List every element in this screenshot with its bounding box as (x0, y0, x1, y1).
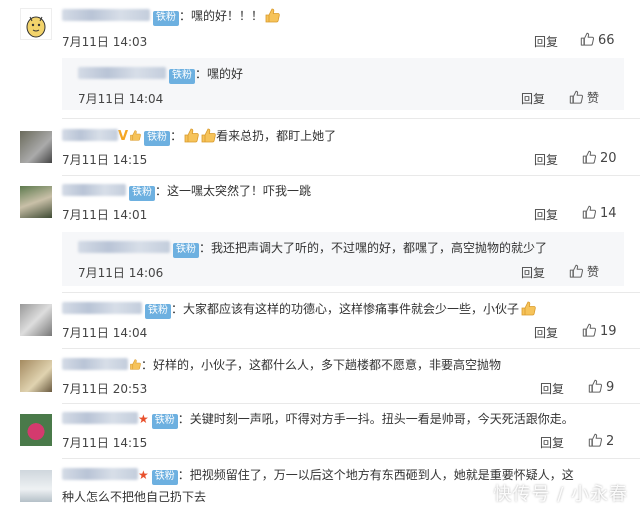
fan-badge[interactable]: 铁粉 (169, 69, 195, 84)
comment-text-line: 铁粉 ：这一嘿太突然了！吓我一跳 (62, 182, 311, 201)
reply-button[interactable]: 回复 (540, 434, 564, 451)
comment-text: 看来总扔，都盯上她了 (216, 129, 337, 143)
thumbs-up-icon (588, 433, 602, 447)
divider (62, 118, 640, 119)
like-button[interactable]: 2 (588, 433, 614, 449)
username[interactable] (78, 241, 170, 253)
timestamp: 7月11日 20:53 (62, 382, 148, 396)
thumbs-up-emoji-icon (264, 8, 280, 23)
username[interactable] (62, 358, 128, 370)
reply-button[interactable]: 回复 (534, 151, 558, 168)
reply-button[interactable]: 回复 (534, 206, 558, 223)
avatar[interactable] (20, 131, 52, 163)
comment-text-line: ★ 铁粉 ：关键时刻一声吼，吓得对方手一抖。扭头一看是帅哥，今天死活跟你走。 (62, 410, 574, 429)
username[interactable] (62, 302, 142, 314)
timestamp: 7月11日 14:15 (62, 436, 148, 450)
fan-badge[interactable]: 铁粉 (153, 11, 179, 26)
like-count: 66 (598, 33, 615, 48)
comment-text: ：我还把声调大了听的，不过嘿的好，都嘿了，高空抛物的就少了 (199, 241, 548, 255)
like-button[interactable]: 66 (580, 32, 615, 48)
divider (62, 292, 640, 293)
comment-text: ：好样的，小伙子，这都什么人，多下趟楼都不愿意，非要高空抛物 (141, 358, 502, 372)
comment-text: 种人怎么不把他自己扔下去 (62, 490, 207, 504)
username[interactable] (62, 9, 150, 21)
divider (62, 403, 640, 404)
like-button[interactable]: 赞 (569, 263, 599, 280)
comment-text-line: V 铁粉： 看来总扔，都盯上她了 (62, 127, 336, 146)
comment-text: ：嘿的好！！！ (179, 9, 264, 23)
divider (62, 458, 640, 459)
timestamp: 7月11日 14:03 (62, 35, 148, 49)
thumbs-up-icon (582, 150, 596, 164)
divider (62, 348, 640, 349)
thumbs-up-emoji-icon (520, 301, 536, 316)
thumbs-up-icon (569, 264, 583, 278)
thumbs-up-emoji-icon (200, 128, 216, 143)
thumbs-up-emoji-icon (129, 128, 141, 143)
fan-badge[interactable]: 铁粉 (145, 304, 171, 319)
comment-text-line: 铁粉 ：嘿的好！！！ (62, 7, 280, 26)
comment-text: ：这一嘿太突然了！吓我一跳 (155, 184, 312, 198)
fan-badge[interactable]: 铁粉 (173, 243, 199, 258)
fan-badge[interactable]: 铁粉 (129, 186, 155, 201)
thumbs-up-emoji-icon (183, 128, 199, 143)
fan-badge[interactable]: 铁粉 (144, 131, 171, 146)
thumbs-up-icon (582, 205, 596, 219)
avatar[interactable] (20, 470, 52, 502)
thumbs-up-icon (582, 323, 596, 337)
comment-text-line: 种人怎么不把他自己扔下去 (62, 488, 206, 506)
like-count: 20 (600, 151, 617, 166)
reply-button[interactable]: 回复 (534, 33, 558, 50)
like-button[interactable]: 19 (582, 323, 617, 339)
like-button[interactable]: 20 (582, 150, 617, 166)
reply-button[interactable]: 回复 (534, 324, 558, 341)
avatar[interactable] (20, 414, 52, 446)
fan-badge[interactable]: 铁粉 (151, 470, 178, 485)
comment-text-line: 铁粉 ：我还把声调大了听的，不过嘿的好，都嘿了，高空抛物的就少了 (78, 239, 547, 258)
timestamp: 7月11日 14:04 (78, 92, 164, 106)
star-icon: ★ (138, 412, 149, 426)
like-count: 2 (606, 434, 615, 449)
thumbs-up-icon (569, 90, 583, 104)
like-label: 赞 (587, 265, 600, 279)
like-count: 19 (600, 324, 617, 339)
timestamp: 7月11日 14:06 (78, 266, 164, 280)
username[interactable] (62, 129, 118, 141)
like-button[interactable]: 赞 (569, 89, 599, 106)
comment-text-line: 铁粉 ：嘿的好 (78, 65, 243, 84)
like-button[interactable]: 9 (588, 379, 614, 395)
username[interactable] (78, 67, 166, 79)
avatar[interactable] (20, 304, 52, 336)
thumbs-up-icon (580, 32, 594, 46)
like-count: 14 (600, 206, 617, 221)
avatar[interactable] (20, 8, 52, 40)
like-button[interactable]: 14 (582, 205, 617, 221)
comment-text: ：关键时刻一声吼，吓得对方手一抖。扭头一看是帅哥，今天死活跟你走。 (177, 412, 574, 426)
reply-button[interactable]: 回复 (521, 264, 545, 281)
verified-badge-icon: V (118, 129, 129, 144)
colon: ： (170, 129, 183, 143)
username[interactable] (62, 412, 138, 424)
comment-text-line: 铁粉 ：大家都应该有这样的功德心，这样惨痛事件就会少一些，小伙子 (62, 300, 536, 319)
username[interactable] (62, 184, 126, 196)
comment-text: ：嘿的好 (195, 67, 244, 81)
divider (62, 175, 640, 176)
watermark: 快传号 / 小永春 (493, 484, 628, 505)
like-count: 9 (606, 380, 615, 395)
thumbs-up-icon (588, 379, 602, 393)
timestamp: 7月11日 14:01 (62, 208, 148, 222)
avatar[interactable] (20, 186, 52, 218)
timestamp: 7月11日 14:04 (62, 326, 148, 340)
avatar[interactable] (20, 360, 52, 392)
star-icon: ★ (138, 468, 149, 482)
reply-button[interactable]: 回复 (521, 90, 545, 107)
like-label: 赞 (587, 91, 600, 105)
fan-badge[interactable]: 铁粉 (151, 414, 178, 429)
username[interactable] (62, 468, 138, 480)
reply-button[interactable]: 回复 (540, 380, 564, 397)
comment-text-line: ：好样的，小伙子，这都什么人，多下趟楼都不愿意，非要高空抛物 (62, 356, 501, 374)
timestamp: 7月11日 14:15 (62, 153, 148, 167)
emoji-icon (129, 357, 141, 372)
comment-text: ：大家都应该有这样的功德心，这样惨痛事件就会少一些，小伙子 (171, 302, 520, 316)
